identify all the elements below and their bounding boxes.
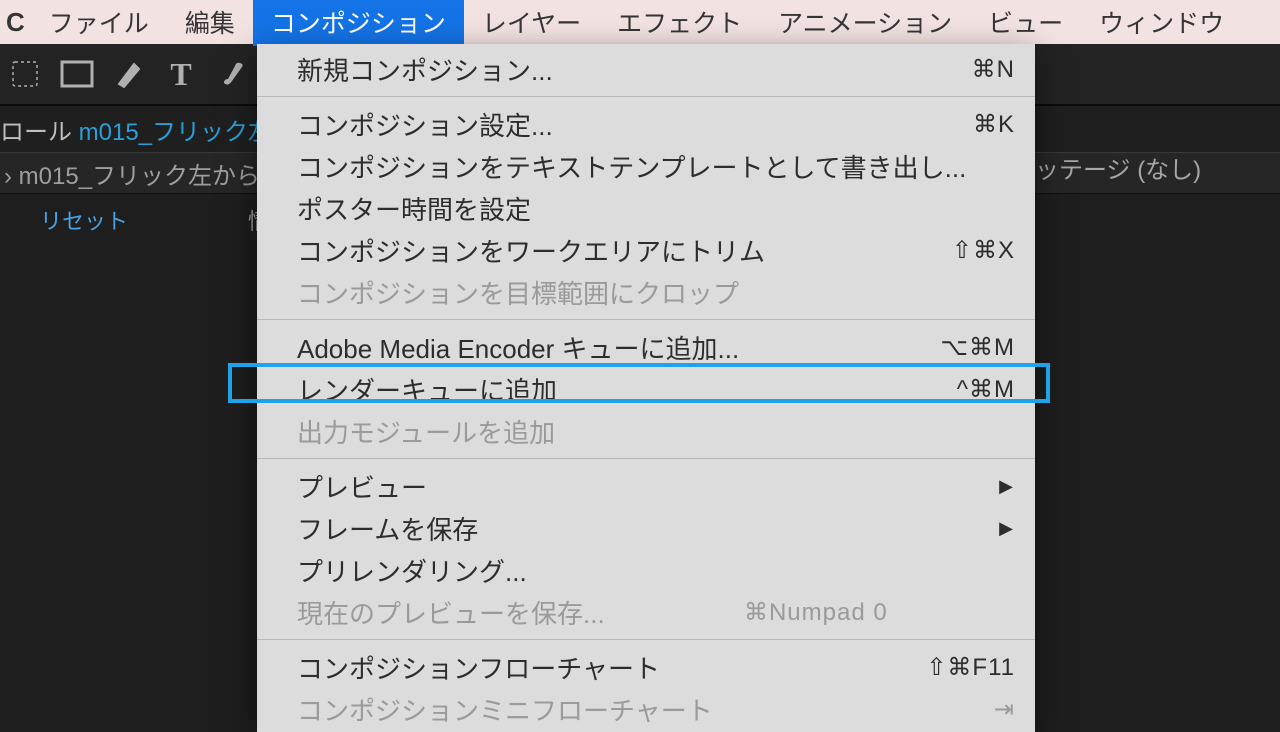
menu-separator xyxy=(257,458,1035,459)
menu-edit[interactable]: 編集 xyxy=(167,0,253,46)
menu-preview[interactable]: プレビュー▶ xyxy=(257,465,1035,507)
menu-add-output-module: 出力モジュールを追加 xyxy=(257,410,1035,452)
tool-brush[interactable] xyxy=(208,52,258,96)
panel-tab-label: ロール m015_フリック左 xyxy=(0,112,276,147)
menubar: C ファイル 編集 コンポジション レイヤー エフェクト アニメーション ビュー… xyxy=(0,0,1280,44)
menu-separator xyxy=(257,96,1035,97)
menubar-logo: C xyxy=(4,1,31,44)
menu-separator xyxy=(257,319,1035,320)
menu-trim-to-work-area[interactable]: コンポジションをワークエリアにトリム⇧⌘X xyxy=(257,229,1035,271)
menu-new-composition[interactable]: 新規コンポジション...⌘N xyxy=(257,48,1035,90)
menu-animation[interactable]: アニメーション xyxy=(760,0,970,46)
menu-layer[interactable]: レイヤー xyxy=(464,0,599,46)
reset-link[interactable]: リセット xyxy=(40,204,128,236)
menu-add-to-render-queue[interactable]: レンダーキューに追加^⌘M xyxy=(257,368,1035,410)
tool-pen[interactable] xyxy=(104,52,154,96)
panel-tab-link[interactable]: m015_フリック左 xyxy=(79,119,272,146)
menu-set-poster-time[interactable]: ポスター時間を設定 xyxy=(257,187,1035,229)
comp-path-text: › m015_フリック左から右 xyxy=(4,156,284,191)
submenu-arrow-icon: ▶ xyxy=(999,476,1013,497)
menu-composition-settings[interactable]: コンポジション設定...⌘K xyxy=(257,103,1035,145)
submenu-arrow-icon: ▶ xyxy=(999,518,1013,539)
menu-effect[interactable]: エフェクト xyxy=(599,0,760,46)
menu-composition[interactable]: コンポジション xyxy=(253,0,464,46)
composition-menu-dropdown: 新規コンポジション...⌘N コンポジション設定...⌘K コンポジションをテキ… xyxy=(257,44,1035,732)
tool-selection[interactable] xyxy=(0,52,50,96)
menu-prerender[interactable]: プリレンダリング... xyxy=(257,549,1035,591)
menu-export-text-template[interactable]: コンポジションをテキストテンプレートとして書き出し... xyxy=(257,145,1035,187)
menu-window[interactable]: ウィンドウ xyxy=(1081,0,1242,46)
menu-crop-to-region: コンポジションを目標範囲にクロップ xyxy=(257,271,1035,313)
tool-type[interactable]: T xyxy=(156,52,206,96)
menu-save-current-preview: 現在のプレビューを保存...⌘Numpad 0 xyxy=(257,591,1035,633)
menu-add-to-ame-queue[interactable]: Adobe Media Encoder キューに追加...⌥⌘M xyxy=(257,326,1035,368)
menu-comp-mini-flowchart: コンポジションミニフローチャート⇥ xyxy=(257,688,1035,730)
menu-view[interactable]: ビュー xyxy=(970,0,1081,46)
tool-rectangle[interactable] xyxy=(52,52,102,96)
menu-save-frame[interactable]: フレームを保存▶ xyxy=(257,507,1035,549)
footage-panel-label: ッテージ (なし) xyxy=(1035,150,1201,185)
menu-separator xyxy=(257,639,1035,640)
menu-file[interactable]: ファイル xyxy=(31,0,167,46)
menu-comp-flowchart[interactable]: コンポジションフローチャート⇧⌘F11 xyxy=(257,646,1035,688)
